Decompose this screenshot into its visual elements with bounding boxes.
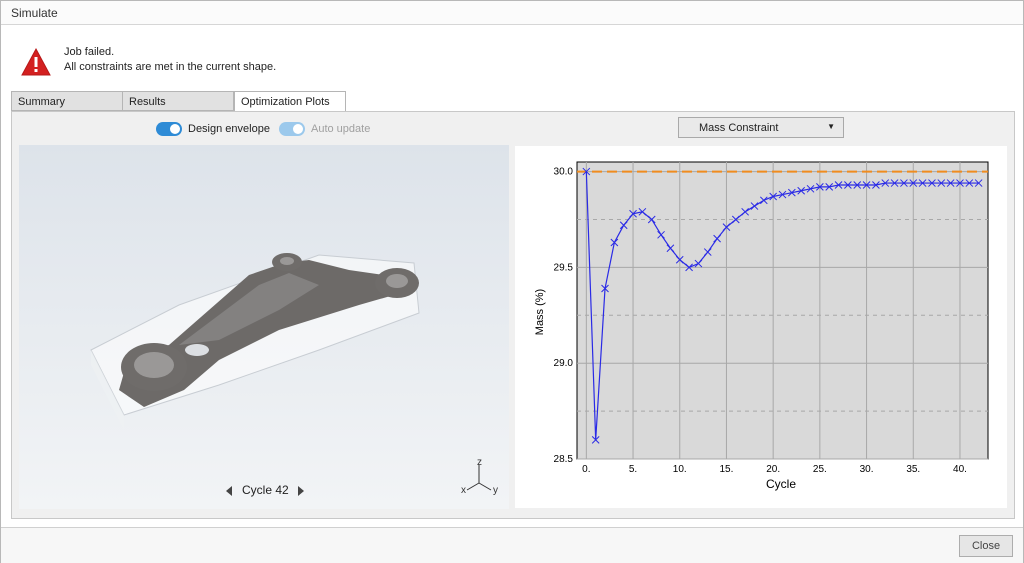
x-tick-label: 15. xyxy=(720,464,734,475)
plot-type-dropdown[interactable]: Mass Constraint ▼ xyxy=(678,117,844,138)
x-tick-label: 35. xyxy=(906,464,920,475)
message-title: Job failed. xyxy=(64,46,115,58)
tab-optimization-plots[interactable]: Optimization Plots xyxy=(234,91,346,112)
mass-chart: 0. 5. 10. 15. 20. 25. 30. 35. 40. 28.5 29.0 29.5 30… xyxy=(534,161,989,491)
simulate-dialog: Simulate Job failed. All constraints are… xyxy=(0,0,1024,563)
mass-constraint-plot: 0. 5. 10. 15. 20. 25. 30. 35. 40. 28.5 29.0 29.5 30… xyxy=(515,146,1007,508)
optimized-part-model xyxy=(90,253,420,430)
auto-update-label: Auto update xyxy=(311,123,371,135)
axis-triad-icon: z x y xyxy=(461,457,498,496)
x-axis-label: Cycle xyxy=(766,477,796,491)
axis-x-label: x xyxy=(461,485,466,496)
x-tick-label: 10. xyxy=(673,464,687,475)
tab-summary[interactable]: Summary xyxy=(11,91,123,111)
y-tick-label: 29.5 xyxy=(554,262,574,273)
dialog-footer xyxy=(1,527,1023,563)
triangle-right-icon[interactable] xyxy=(296,485,306,497)
design-envelope-toggle[interactable] xyxy=(156,122,182,136)
design-envelope-label: Design envelope xyxy=(188,123,270,135)
y-axis-label: Mass (%) xyxy=(534,289,546,335)
message-detail: All constraints are met in the current s… xyxy=(64,61,277,73)
warning-icon xyxy=(21,47,51,76)
auto-update-toggle[interactable] xyxy=(279,122,305,136)
y-tick-label: 28.5 xyxy=(554,454,574,465)
x-tick-label: 40. xyxy=(953,464,967,475)
triangle-left-icon[interactable] xyxy=(224,485,234,497)
chevron-down-icon: ▼ xyxy=(827,122,835,131)
tab-results[interactable]: Results xyxy=(122,91,234,111)
x-tick-label: 20. xyxy=(766,464,780,475)
window-title: Simulate xyxy=(11,6,58,20)
x-tick-label: 25. xyxy=(813,464,827,475)
x-tick-label: 30. xyxy=(860,464,874,475)
plot-area xyxy=(576,161,989,460)
close-button[interactable]: Close xyxy=(959,535,1013,557)
model-viewport[interactable] xyxy=(19,145,509,509)
y-tick-label: 29.0 xyxy=(554,358,574,369)
cycle-label: Cycle 42 xyxy=(242,483,289,497)
x-tick-label: 5. xyxy=(629,464,637,475)
axis-z-label: z xyxy=(477,457,482,468)
plot-type-value: Mass Constraint xyxy=(699,122,779,134)
x-tick-label: 0. xyxy=(582,464,590,475)
axis-y-label: y xyxy=(493,485,498,496)
title-bar[interactable]: Simulate xyxy=(1,1,1023,25)
y-tick-label: 30.0 xyxy=(554,167,574,178)
